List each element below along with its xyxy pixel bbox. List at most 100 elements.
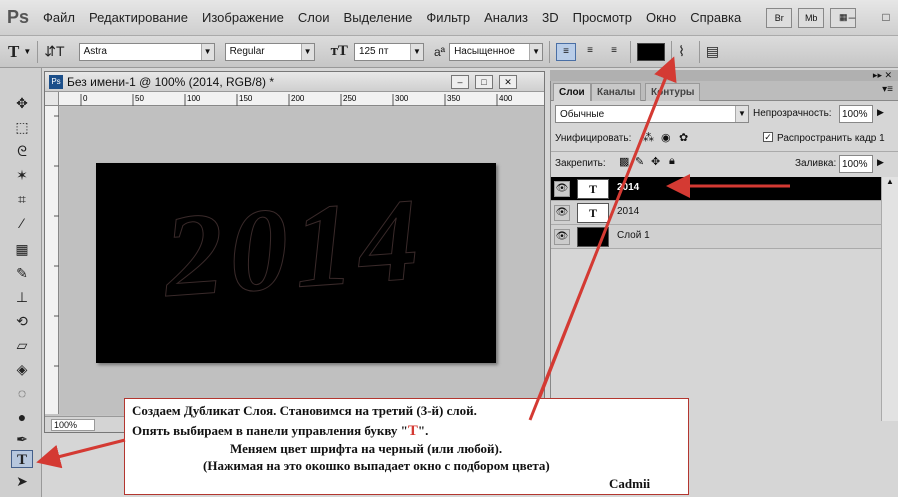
- menu-edit[interactable]: Редактирование: [82, 10, 195, 25]
- ruler-tick-label: 300: [395, 94, 409, 103]
- fill-arrow-icon[interactable]: ▶: [877, 157, 884, 168]
- ruler-tick-label: 250: [343, 94, 357, 103]
- menu-3d[interactable]: 3D: [535, 10, 566, 25]
- warp-text-icon[interactable]: ⌇: [678, 43, 685, 60]
- chevron-down-icon: ▼: [300, 43, 314, 60]
- eraser-tool-icon[interactable]: ▱: [11, 336, 33, 354]
- text-orientation-icon[interactable]: ⇵T: [44, 43, 64, 60]
- menu-image[interactable]: Изображение: [195, 10, 291, 25]
- menu-file[interactable]: Файл: [36, 10, 82, 25]
- minimize-icon[interactable]: –: [451, 75, 469, 89]
- align-right-button[interactable]: ≡: [604, 43, 624, 61]
- opacity-input[interactable]: 100%: [839, 105, 873, 123]
- fill-input[interactable]: 100%: [839, 155, 873, 173]
- unify-visibility-icon[interactable]: ◉: [661, 131, 671, 144]
- type-tool-icon[interactable]: T: [8, 42, 19, 62]
- healing-brush-tool-icon[interactable]: ▦: [11, 240, 33, 258]
- blur-tool-icon[interactable]: ●: [11, 408, 33, 426]
- pen-tool-icon[interactable]: ✒: [11, 430, 33, 448]
- opacity-arrow-icon[interactable]: ▶: [877, 107, 884, 118]
- note-signature: Cadmii: [609, 476, 651, 491]
- align-left-button[interactable]: ≡: [556, 42, 577, 61]
- tool-preset-arrow-icon[interactable]: ▼: [23, 47, 31, 56]
- ruler-vertical[interactable]: [45, 106, 59, 414]
- gradient-tool-icon[interactable]: ◈: [11, 360, 33, 378]
- ruler-origin[interactable]: [45, 92, 59, 106]
- magic-wand-tool-icon[interactable]: ✶: [11, 166, 33, 184]
- layer-row-2014[interactable]: 👁︎ T 2014: [551, 201, 882, 225]
- menu-filter[interactable]: Фильтр: [419, 10, 477, 25]
- maximize-icon[interactable]: □: [475, 75, 493, 89]
- lasso-tool-icon[interactable]: ᘓ: [11, 142, 33, 160]
- lock-label: Закрепить:: [555, 158, 606, 169]
- divider: [549, 40, 551, 63]
- bridge-button[interactable]: Br: [766, 7, 793, 28]
- canvas-area[interactable]: 2014: [60, 107, 544, 415]
- restore-icon[interactable]: □: [878, 10, 894, 24]
- lock-transparent-icon[interactable]: ▩: [619, 155, 629, 168]
- blend-mode-select[interactable]: Обычные ▼: [555, 105, 749, 123]
- note-line-2-start: Опять выбираем в панели управления букву…: [132, 423, 408, 438]
- minimize-icon[interactable]: –: [844, 10, 860, 24]
- unify-position-icon[interactable]: ⁂: [643, 131, 654, 144]
- eye-icon[interactable]: 👁︎: [554, 181, 570, 197]
- ruler-tick-label: 400: [499, 94, 513, 103]
- align-center-button[interactable]: ≡: [580, 43, 600, 61]
- move-tool-icon[interactable]: ✥: [11, 94, 33, 112]
- menu-window[interactable]: Окно: [639, 10, 683, 25]
- layer-row-layer1[interactable]: 👁︎ Слой 1: [551, 225, 882, 249]
- eyedropper-tool-icon[interactable]: ⁄: [11, 214, 33, 232]
- clone-stamp-tool-icon[interactable]: ⊥: [11, 288, 33, 306]
- ps-document-icon: Ps: [49, 74, 63, 89]
- ruler-tick-label: 150: [239, 94, 253, 103]
- menu-bar: Ps Файл Редактирование Изображение Слои …: [0, 0, 898, 36]
- note-line-2-end: ".: [417, 423, 429, 438]
- lock-all-icon[interactable]: 🔒︎: [669, 155, 675, 168]
- minibridge-button[interactable]: Mb: [798, 7, 825, 28]
- unify-style-icon[interactable]: ✿: [679, 131, 688, 144]
- lock-position-icon[interactable]: ✥: [651, 155, 660, 168]
- menu-view[interactable]: Просмотр: [566, 10, 639, 25]
- scroll-up-icon[interactable]: ▲: [882, 177, 898, 186]
- document-titlebar[interactable]: Ps Без имени-1 @ 100% (2014, RGB/8) * – …: [45, 72, 544, 92]
- tab-channels[interactable]: Каналы: [591, 83, 642, 101]
- menu-analysis[interactable]: Анализ: [477, 10, 535, 25]
- divider: [698, 40, 700, 63]
- font-style-select[interactable]: Regular ▼: [224, 42, 315, 61]
- type-tool-button-icon[interactable]: T: [11, 450, 33, 468]
- canvas[interactable]: 2014: [96, 163, 496, 363]
- photoshop-logo: Ps: [6, 7, 30, 27]
- font-size-select[interactable]: 125 пт ▼: [353, 42, 424, 61]
- layer-row-2014-copy[interactable]: 👁︎ T 2014: [551, 177, 882, 201]
- tab-paths[interactable]: Контуры: [645, 83, 701, 101]
- font-family-select[interactable]: Astra ▼: [78, 42, 215, 61]
- close-icon[interactable]: ✕: [499, 75, 517, 89]
- eye-icon[interactable]: 👁︎: [554, 229, 570, 245]
- zoom-field[interactable]: 100%: [51, 419, 95, 431]
- marquee-tool-icon[interactable]: ⬚: [11, 118, 33, 136]
- ruler-tick-label: 50: [135, 94, 144, 103]
- eye-icon[interactable]: 👁︎: [554, 205, 570, 221]
- menu-help[interactable]: Справка: [683, 10, 748, 25]
- history-brush-tool-icon[interactable]: ⟲: [11, 312, 33, 330]
- dodge-tool-icon[interactable]: ◌: [11, 384, 33, 402]
- panel-collapse-bar[interactable]: ▸▸ ✕: [550, 70, 898, 81]
- crop-tool-icon[interactable]: ⌗: [11, 190, 33, 208]
- propagate-checkbox[interactable]: ✓: [763, 132, 773, 142]
- chevron-down-icon: ▼: [529, 43, 543, 60]
- menu-layers[interactable]: Слои: [291, 10, 337, 25]
- arrow-to-type-tool: [36, 438, 126, 469]
- antialias-select[interactable]: Насыщенное ▼: [449, 42, 544, 61]
- lock-pixels-icon[interactable]: ✎: [635, 155, 644, 168]
- character-panel-icon[interactable]: ▤: [706, 43, 719, 60]
- path-selection-tool-icon[interactable]: ➤: [11, 472, 33, 490]
- ruler-horizontal[interactable]: 0 50 100 150 200 250 300 350 400: [59, 92, 544, 106]
- tab-layers[interactable]: Слои: [553, 83, 591, 101]
- layers-scrollbar[interactable]: ▲: [881, 177, 898, 421]
- brush-tool-icon[interactable]: ✎: [11, 264, 33, 282]
- panel-menu-icon[interactable]: ▾≡: [882, 84, 893, 95]
- menu-select[interactable]: Выделение: [337, 10, 420, 25]
- note-letter-t: Т: [407, 423, 418, 439]
- ruler-tick-label: 0: [83, 94, 88, 103]
- text-color-swatch[interactable]: [637, 42, 666, 61]
